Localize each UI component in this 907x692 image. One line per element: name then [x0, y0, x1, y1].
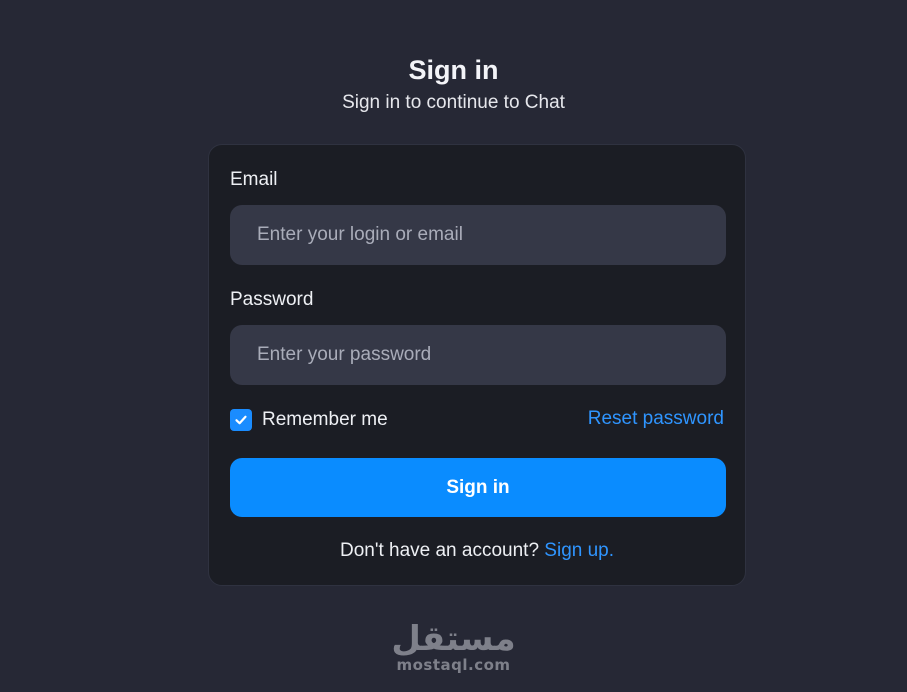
page-header: Sign in Sign in to continue to Chat	[0, 52, 907, 118]
password-label: Password	[230, 289, 314, 310]
watermark-url: mostaql.com	[396, 656, 511, 674]
remember-me-checkbox[interactable]	[230, 409, 252, 431]
reset-password-link[interactable]: Reset password	[588, 408, 724, 430]
no-account-text: Don't have an account?	[339, 540, 545, 561]
sign-in-button[interactable]: Sign in	[230, 458, 726, 517]
watermark-logo: مستقل	[391, 619, 516, 659]
password-input[interactable]	[230, 325, 726, 385]
signin-card: Email Password Remember me Reset passwor…	[208, 144, 746, 586]
remember-me-label: Remember me	[262, 409, 388, 430]
signup-prompt: Don't have an account? Sign up.	[209, 540, 745, 562]
email-label: Email	[230, 169, 278, 190]
page-title: Sign in	[408, 55, 499, 85]
remember-me-toggle[interactable]: Remember me	[230, 409, 388, 431]
page-subtitle: Sign in to continue to Chat	[342, 92, 565, 113]
check-icon	[235, 415, 247, 425]
sign-up-link[interactable]: Sign up.	[544, 540, 614, 561]
email-input[interactable]	[230, 205, 726, 265]
mostaql-watermark: مستقل mostaql.com	[0, 622, 907, 674]
